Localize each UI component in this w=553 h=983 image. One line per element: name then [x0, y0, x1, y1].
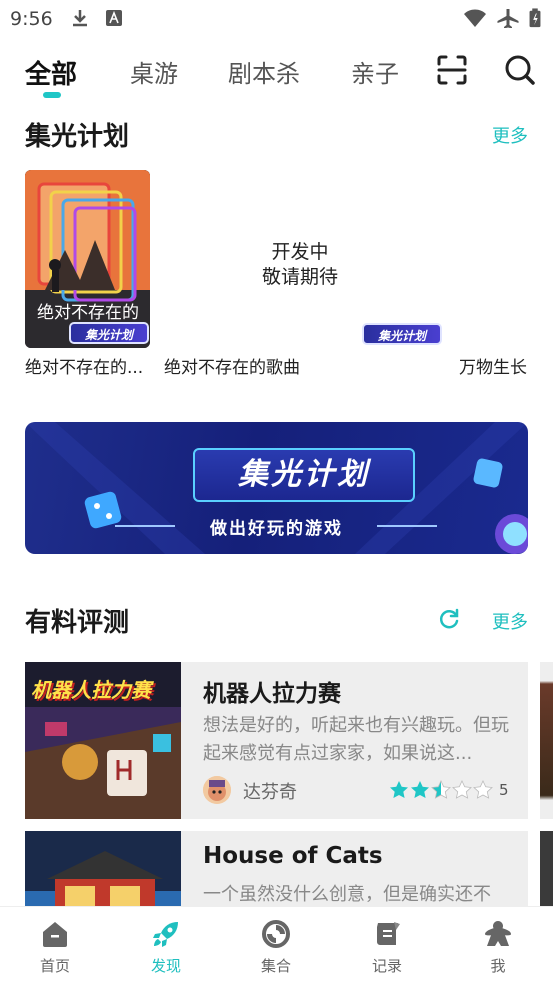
- jiguang-more-link[interactable]: 更多: [492, 122, 528, 148]
- placeholder-line-2: 敬请期待: [261, 266, 338, 288]
- tab-all[interactable]: 全部: [25, 54, 77, 91]
- jiguang-item-label[interactable]: 万物生长: [459, 353, 527, 378]
- jiguang-badge: 集光计划: [69, 322, 149, 344]
- rocket-icon: [153, 922, 178, 947]
- review-thumbnail: 机器人拉力赛: [25, 662, 181, 819]
- reviews-more-link[interactable]: 更多: [492, 608, 528, 634]
- nav-label: 首页: [39, 957, 70, 975]
- next-card-peek[interactable]: [540, 662, 553, 819]
- home-icon: [43, 922, 67, 947]
- review-excerpt: 一个虽然没什么创意，但是确实还不: [203, 884, 491, 905]
- tab-active-indicator: [43, 92, 61, 98]
- banner-subtitle: 做出好玩的游戏: [210, 519, 343, 539]
- nav-label: 记录: [371, 957, 402, 975]
- jiguang-item-label[interactable]: 绝对不存在的...: [25, 353, 143, 378]
- thumb-title-text: 机器人拉力赛: [31, 678, 151, 702]
- star-rating: [390, 780, 493, 799]
- rating-value: 5: [499, 781, 509, 799]
- nav-records[interactable]: 记录: [347, 907, 427, 983]
- nav-label: 发现: [150, 957, 181, 975]
- placeholder-line-1: 开发中: [271, 241, 329, 263]
- airplane-icon: [497, 9, 519, 28]
- status-bar: 9:56: [0, 0, 553, 38]
- avatar[interactable]: [203, 776, 231, 804]
- wifi-icon: [464, 9, 486, 27]
- tab-family[interactable]: 亲子: [351, 54, 399, 89]
- refresh-icon[interactable]: [438, 608, 460, 630]
- banner-divider-right: [377, 525, 437, 527]
- reviews-section-title: 有料评测: [25, 608, 130, 638]
- review-card[interactable]: 机器人拉力赛 机器人拉力赛 想法是好的，听起来也有兴趣玩。但玩起来感觉有点过家家…: [25, 662, 528, 819]
- review-excerpt: 想法是好的，听起来也有兴趣玩。但玩起来感觉有点过家家，如果说这...: [203, 715, 509, 764]
- app-notification-icon: [106, 10, 122, 26]
- nav-discover[interactable]: 发现: [126, 907, 206, 983]
- cover-title-text: 绝对不存在的: [37, 303, 139, 323]
- jiguang-banner[interactable]: 集光计划 做出好玩的游戏: [25, 422, 528, 554]
- nav-label: 集合: [260, 957, 291, 975]
- download-icon: [73, 10, 87, 27]
- battery-icon: [529, 8, 541, 28]
- tab-board-games[interactable]: 桌游: [130, 54, 178, 89]
- review-title: House of Cats: [203, 843, 383, 869]
- bottom-nav: 首页 发现 集合 记录 我: [0, 906, 553, 983]
- collection-icon: [262, 920, 290, 948]
- in-development-placeholder: 开发中 敬请期待: [220, 240, 380, 290]
- banner-title: 集光计划: [193, 448, 415, 502]
- jiguang-item-cover[interactable]: 绝对不存在的 集光计划: [25, 170, 150, 348]
- category-tabs: 全部 桌游 剧本杀 亲子: [0, 50, 553, 100]
- nav-home[interactable]: 首页: [15, 907, 95, 983]
- nav-collection[interactable]: 集合: [236, 907, 316, 983]
- review-title: 机器人拉力赛: [203, 681, 341, 707]
- next-card-peek[interactable]: [540, 831, 553, 906]
- jiguang-item-label[interactable]: 绝对不存在的歌曲: [164, 353, 300, 378]
- jiguang-badge-2: 集光计划: [362, 323, 442, 345]
- meeple-icon: [485, 921, 511, 946]
- scan-icon[interactable]: [436, 54, 468, 86]
- review-author[interactable]: 达芬奇: [243, 778, 297, 804]
- nav-label: 我: [490, 957, 506, 975]
- search-icon[interactable]: [504, 54, 536, 86]
- tab-murder-mystery[interactable]: 剧本杀: [228, 54, 300, 89]
- jiguang-section-title: 集光计划: [25, 122, 130, 152]
- scroll-icon: [377, 922, 400, 945]
- nav-me[interactable]: 我: [458, 907, 538, 983]
- status-time: 9:56: [10, 8, 53, 30]
